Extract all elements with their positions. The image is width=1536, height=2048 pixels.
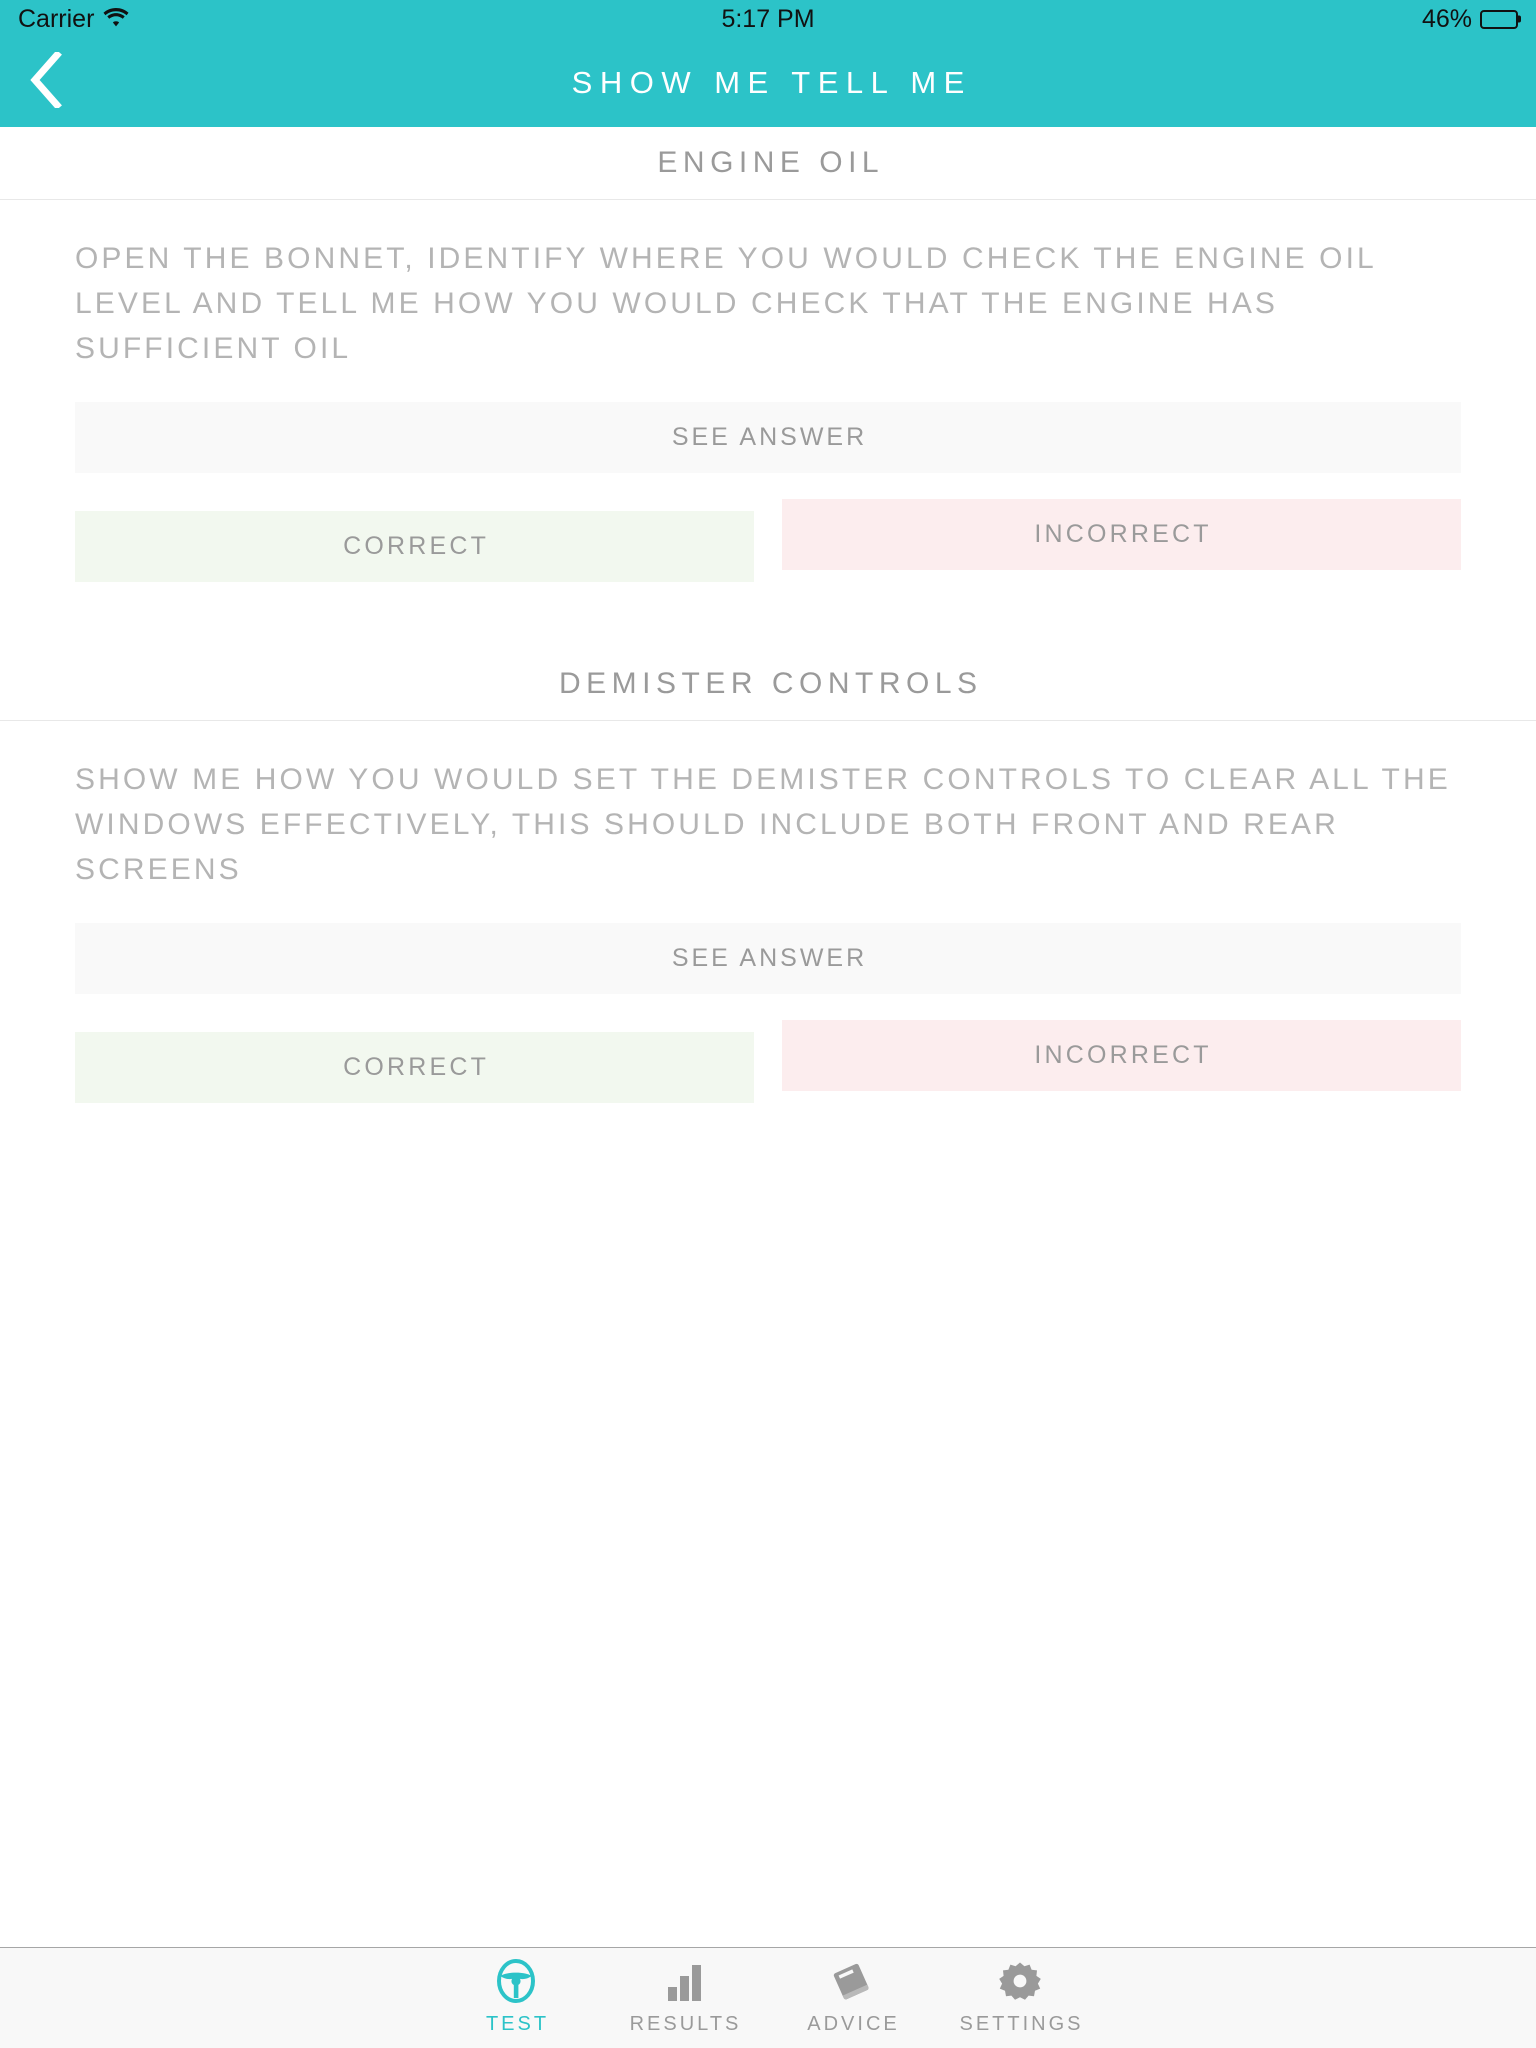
tab-label: ADVICE (807, 2013, 900, 2035)
question-text: SHOW ME HOW YOU WOULD SET THE DEMISTER C… (75, 763, 1451, 886)
question-block: SHOW ME HOW YOU WOULD SET THE DEMISTER C… (0, 721, 1536, 1116)
book-icon (830, 1958, 874, 2004)
correct-label: CORRECT (343, 1053, 490, 1081)
tab-results[interactable]: RESULTS (600, 1958, 768, 2036)
incorrect-button[interactable]: INCORRECT (782, 1020, 1461, 1091)
section-title: ENGINE OIL (657, 146, 885, 179)
battery-icon (1480, 9, 1518, 29)
status-bar-clock: 5:17 PM (721, 4, 815, 33)
wifi-icon (103, 7, 129, 32)
correct-label: CORRECT (343, 532, 490, 560)
steering-wheel-icon (494, 1958, 538, 2004)
back-button[interactable] (10, 48, 80, 118)
correct-button[interactable]: CORRECT (75, 1032, 754, 1103)
incorrect-button[interactable]: INCORRECT (782, 499, 1461, 570)
tab-label: RESULTS (629, 2013, 742, 2035)
status-bar-left: Carrier (18, 4, 129, 33)
see-answer-button[interactable]: SEE ANSWER (75, 923, 1461, 994)
tab-bar: TEST RESULTS ADVICE SETTINGS (0, 1947, 1536, 2048)
section-header: DEMISTER CONTROLS (0, 648, 1536, 721)
battery-percentage-label: 46% (1421, 4, 1472, 33)
section-header: ENGINE OIL (0, 127, 1536, 200)
gear-icon (998, 1958, 1042, 2004)
see-answer-button[interactable]: SEE ANSWER (75, 402, 1461, 473)
status-bar: Carrier 5:17 PM 46% (0, 0, 1536, 38)
correct-button[interactable]: CORRECT (75, 511, 754, 582)
tab-test[interactable]: TEST (432, 1958, 600, 2036)
chevron-left-icon (28, 50, 62, 113)
question-text: OPEN THE BONNET, IDENTIFY WHERE YOU WOUL… (75, 242, 1376, 365)
question-list: ENGINE OIL OPEN THE BONNET, IDENTIFY WHE… (0, 127, 1536, 1947)
page-title: SHOW ME TELL ME (571, 64, 972, 100)
verdict-row: CORRECT INCORRECT (75, 499, 1461, 595)
question-section: ENGINE OIL OPEN THE BONNET, IDENTIFY WHE… (0, 127, 1536, 595)
section-title: DEMISTER CONTROLS (558, 667, 983, 700)
incorrect-label: INCORRECT (1034, 520, 1212, 548)
incorrect-label: INCORRECT (1034, 1041, 1212, 1069)
tab-advice[interactable]: ADVICE (768, 1958, 936, 2036)
carrier-label: Carrier (18, 4, 95, 33)
tab-label: TEST (485, 2013, 550, 2035)
verdict-row: CORRECT INCORRECT (75, 1020, 1461, 1116)
status-bar-right: 46% (1422, 5, 1518, 34)
bar-chart-icon (662, 1958, 706, 2004)
question-block: OPEN THE BONNET, IDENTIFY WHERE YOU WOUL… (0, 200, 1536, 595)
see-answer-label: SEE ANSWER (671, 423, 868, 451)
see-answer-label: SEE ANSWER (671, 944, 868, 972)
tab-label: SETTINGS (959, 2013, 1084, 2035)
tab-settings[interactable]: SETTINGS (936, 1958, 1104, 2036)
question-section: DEMISTER CONTROLS SHOW ME HOW YOU WOULD … (0, 648, 1536, 1116)
navigation-bar: SHOW ME TELL ME (0, 38, 1536, 127)
